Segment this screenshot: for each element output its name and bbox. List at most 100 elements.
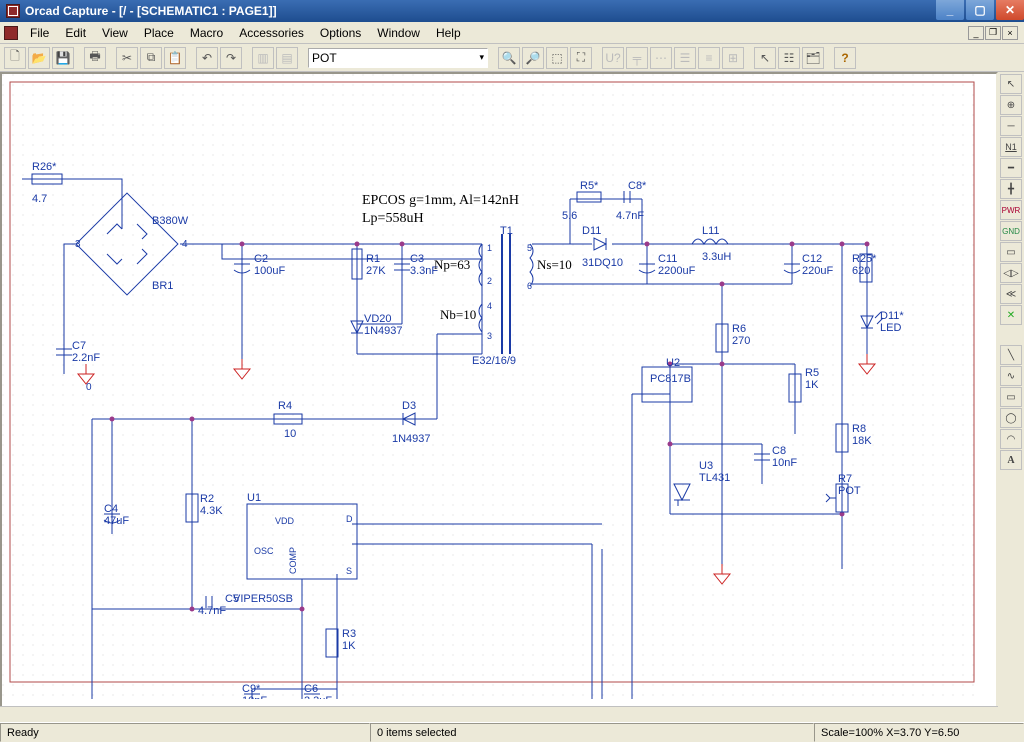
val-R5s[interactable]: 5.6 bbox=[562, 210, 577, 222]
tile-vert-button[interactable]: ▤ bbox=[276, 47, 298, 69]
ref-R6[interactable]: R6 bbox=[732, 323, 746, 335]
ref-R7[interactable]: R7 bbox=[838, 473, 852, 485]
bus-tool-button[interactable]: ━ bbox=[1000, 158, 1022, 178]
ref-C7[interactable]: C7 bbox=[72, 340, 86, 352]
open-button[interactable]: 📂 bbox=[28, 47, 50, 69]
val-R6[interactable]: 270 bbox=[732, 335, 750, 347]
copy-button[interactable]: ⧉ bbox=[140, 47, 162, 69]
ref-R1[interactable]: R1 bbox=[366, 253, 380, 265]
nsec[interactable]: Ns=10 bbox=[537, 257, 572, 272]
zoom-in-button[interactable]: 🔍 bbox=[498, 47, 520, 69]
npri[interactable]: Np=63 bbox=[434, 257, 470, 272]
noconnect-button[interactable]: ✕ bbox=[1000, 305, 1022, 325]
val-C9[interactable]: 10nF bbox=[242, 695, 267, 699]
power-tool-button[interactable]: PWR bbox=[1000, 200, 1022, 220]
val-U1[interactable]: VIPER50SB bbox=[233, 593, 293, 605]
tile-horiz-button[interactable]: ▥ bbox=[252, 47, 274, 69]
ref-R5s[interactable]: R5* bbox=[580, 180, 599, 192]
cut-button[interactable]: ✂ bbox=[116, 47, 138, 69]
undo-button[interactable]: ↶ bbox=[196, 47, 218, 69]
ref-R25[interactable]: R25* bbox=[852, 253, 877, 265]
arc-tool-button[interactable]: ◠ bbox=[1000, 429, 1022, 449]
ellipse-tool-button[interactable]: ◯ bbox=[1000, 408, 1022, 428]
val-R7[interactable]: POT bbox=[838, 485, 861, 497]
ref-U2[interactable]: U2 bbox=[666, 357, 680, 369]
val-BR1[interactable]: B380W bbox=[152, 215, 189, 227]
text-tool-button[interactable]: A bbox=[1000, 450, 1022, 470]
tool-a-button[interactable]: ╤ bbox=[626, 47, 648, 69]
ref-U1[interactable]: U1 bbox=[247, 492, 261, 504]
val-C12[interactable]: 220uF bbox=[802, 265, 833, 277]
tool-e-button[interactable]: ⊞ bbox=[722, 47, 744, 69]
ref-C11[interactable]: C11 bbox=[658, 253, 677, 265]
val-R26[interactable]: 4.7 bbox=[32, 193, 47, 205]
paste-button[interactable]: 📋 bbox=[164, 47, 186, 69]
val-R4[interactable]: 10 bbox=[284, 428, 296, 440]
val-U2[interactable]: PC817B bbox=[650, 373, 691, 385]
new-button[interactable]: 🗋 bbox=[4, 47, 26, 69]
tool-d-button[interactable]: ≡ bbox=[698, 47, 720, 69]
ref-C4[interactable]: C4 bbox=[104, 503, 118, 515]
val-C6[interactable]: 3.3uF bbox=[304, 695, 332, 699]
ref-D11L[interactable]: D11* bbox=[880, 310, 904, 322]
tool-b-button[interactable]: ⋯ bbox=[650, 47, 672, 69]
ref-C12[interactable]: C12 bbox=[802, 253, 822, 265]
ref-R2[interactable]: R2 bbox=[200, 493, 214, 505]
zoom-fit-button[interactable]: ⛶ bbox=[570, 47, 592, 69]
val-D3[interactable]: 1N4937 bbox=[392, 433, 431, 445]
grid-button[interactable]: U? bbox=[602, 47, 624, 69]
zoom-out-button[interactable]: 🔎 bbox=[522, 47, 544, 69]
ref-BR1[interactable]: BR1 bbox=[152, 280, 173, 292]
note-epcos[interactable]: EPCOS g=1mm, Al=142nH bbox=[362, 193, 519, 208]
ref-R4[interactable]: R4 bbox=[278, 400, 292, 412]
hierarchy-button[interactable]: ☷ bbox=[778, 47, 800, 69]
select-button[interactable]: ↖ bbox=[754, 47, 776, 69]
horizontal-scrollbar[interactable] bbox=[0, 706, 998, 722]
val-C11[interactable]: 2200uF bbox=[658, 265, 696, 277]
ref-D11[interactable]: D11 bbox=[582, 225, 601, 237]
val-L11[interactable]: 3.3uH bbox=[702, 251, 731, 263]
line-tool-button[interactable]: ╲ bbox=[1000, 345, 1022, 365]
ref-C6[interactable]: C6 bbox=[304, 683, 318, 695]
val-R25[interactable]: 620 bbox=[852, 265, 870, 277]
ref-C8[interactable]: C8 bbox=[772, 445, 786, 457]
core[interactable]: E32/16/9 bbox=[472, 355, 516, 367]
part-combo[interactable]: POT ▾ bbox=[308, 48, 488, 68]
select-tool-button[interactable]: ↖ bbox=[1000, 74, 1022, 94]
ref-R5[interactable]: R5 bbox=[805, 367, 819, 379]
menu-window[interactable]: Window bbox=[369, 24, 428, 42]
ref-D3[interactable]: D3 bbox=[402, 400, 416, 412]
val-D11[interactable]: 31DQ10 bbox=[582, 257, 623, 269]
ground-tool-button[interactable]: GND bbox=[1000, 221, 1022, 241]
ref-VD20[interactable]: VD20 bbox=[364, 313, 392, 325]
mdi-close-button[interactable]: × bbox=[1002, 26, 1018, 40]
val-C5[interactable]: 4.7nF bbox=[198, 605, 226, 617]
ref-C8s[interactable]: C8* bbox=[628, 180, 647, 192]
save-button[interactable]: 💾 bbox=[52, 47, 74, 69]
ref-R26[interactable]: R26* bbox=[32, 161, 57, 173]
val-C7[interactable]: 2.2nF bbox=[72, 352, 100, 364]
port-tool-button[interactable]: ◁▷ bbox=[1000, 263, 1022, 283]
val-C8s[interactable]: 4.7nF bbox=[616, 210, 644, 222]
ref-C9[interactable]: C9* bbox=[242, 683, 261, 695]
junction-tool-button[interactable]: ╋ bbox=[1000, 179, 1022, 199]
mdi-restore-button[interactable]: ❐ bbox=[985, 26, 1001, 40]
ref-T1[interactable]: T1 bbox=[500, 225, 513, 237]
val-U3[interactable]: TL431 bbox=[699, 472, 730, 484]
redo-button[interactable]: ↷ bbox=[220, 47, 242, 69]
note-lp[interactable]: Lp=558uH bbox=[362, 211, 424, 226]
val-R5[interactable]: 1K bbox=[805, 379, 819, 391]
schematic-canvas[interactable]: R26* 4.7 B380W BR1 3 4 C2 100uF R1 27K C… bbox=[0, 72, 998, 722]
minimize-button[interactable]: _ bbox=[936, 0, 964, 20]
print-button[interactable]: 🖶 bbox=[84, 47, 106, 69]
val-R2[interactable]: 4.3K bbox=[200, 505, 223, 517]
ref-C2[interactable]: C2 bbox=[254, 253, 268, 265]
val-R8[interactable]: 18K bbox=[852, 435, 872, 447]
menu-place[interactable]: Place bbox=[136, 24, 182, 42]
part-tool-button[interactable]: ⊕ bbox=[1000, 95, 1022, 115]
offpage-tool-button[interactable]: ≪ bbox=[1000, 284, 1022, 304]
help-button[interactable]: ? bbox=[834, 47, 856, 69]
menu-view[interactable]: View bbox=[94, 24, 136, 42]
val-C4[interactable]: 47uF bbox=[104, 515, 129, 527]
ref-C3[interactable]: C3 bbox=[410, 253, 424, 265]
